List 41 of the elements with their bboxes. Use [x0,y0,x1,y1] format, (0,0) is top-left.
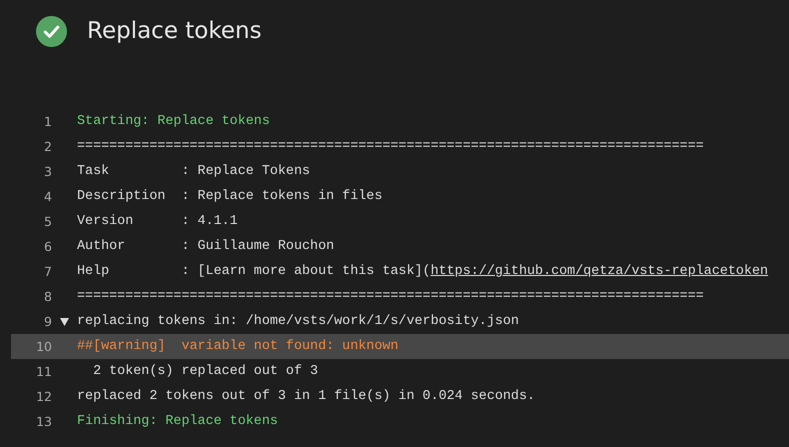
log-text: 2 token(s) replaced out of 3 [92,364,318,379]
log-line[interactable]: 12 replaced 2 tokens out of 3 in 1 file(s) in 0.024 seconds. [11,384,789,409]
log-text: Starting: Replace tokens [77,114,270,129]
line-number: 11 [35,364,52,379]
log-line[interactable]: 5 Version : 4.1.1 [11,209,789,234]
log-text: ============================================================================== [77,289,704,304]
line-number: 2 [43,139,52,154]
log-line[interactable]: 8 ============================================================================== [11,284,789,309]
log-line[interactable]: 6 Author : Guillaume Rouchon [11,234,789,259]
log-text: replacing tokens in: /home/vsts/work/1/s/verbosity.json [77,314,519,329]
line-number: 6 [43,239,52,254]
log-link[interactable]: https://github.com/qetza/vsts-replacetoken [430,264,768,279]
line-number: 1 [43,114,52,129]
line-number: 7 [43,264,52,279]
log-line[interactable]: 9 replacing tokens in: /home/vsts/work/1/s/verbosity.json [11,309,789,334]
log-text: Description : Replace tokens in files [77,189,382,204]
log-line[interactable]: 3 Task : Replace Tokens [11,159,789,184]
log-text: Task : Replace Tokens [77,164,310,179]
log-text: Finishing: Replace tokens [77,414,278,429]
log-text: Author : Guillaume Rouchon [77,239,334,254]
log-line[interactable]: 13 Finishing: Replace tokens [11,409,789,434]
line-number: 5 [43,214,52,229]
line-number: 9 [43,314,52,329]
log-line[interactable]: 4 Description : Replace tokens in files [11,184,789,209]
line-number: 12 [35,389,52,404]
log-text: Version : 4.1.1 [77,214,238,229]
log-line[interactable]: 11 2 token(s) replaced out of 3 [11,359,789,384]
log-line[interactable]: 7 Help : [Learn more about this task](https://github.com/qetza/vsts-replacetoken [11,259,789,284]
log-text: Help : [Learn more about this task](https://github.com/qetza/vsts-replacetoken [77,264,768,279]
log-text: ##[warning] variable not found: unknown [77,339,398,354]
line-number: 13 [35,414,52,429]
line-number: 10 [35,339,52,354]
line-number: 4 [43,189,52,204]
log-text: ============================================================================== [77,139,704,154]
line-number: 3 [43,164,52,179]
line-number: 8 [43,289,52,304]
log-line[interactable]: 1 Starting: Replace tokens [11,109,789,134]
log-line[interactable]: 2 ============================================================================== [11,134,789,159]
task-title: Replace tokens [87,18,262,44]
log-text: replaced 2 tokens out of 3 in 1 file(s) in 0.024 seconds. [77,389,536,404]
caret-icon[interactable] [60,318,69,326]
